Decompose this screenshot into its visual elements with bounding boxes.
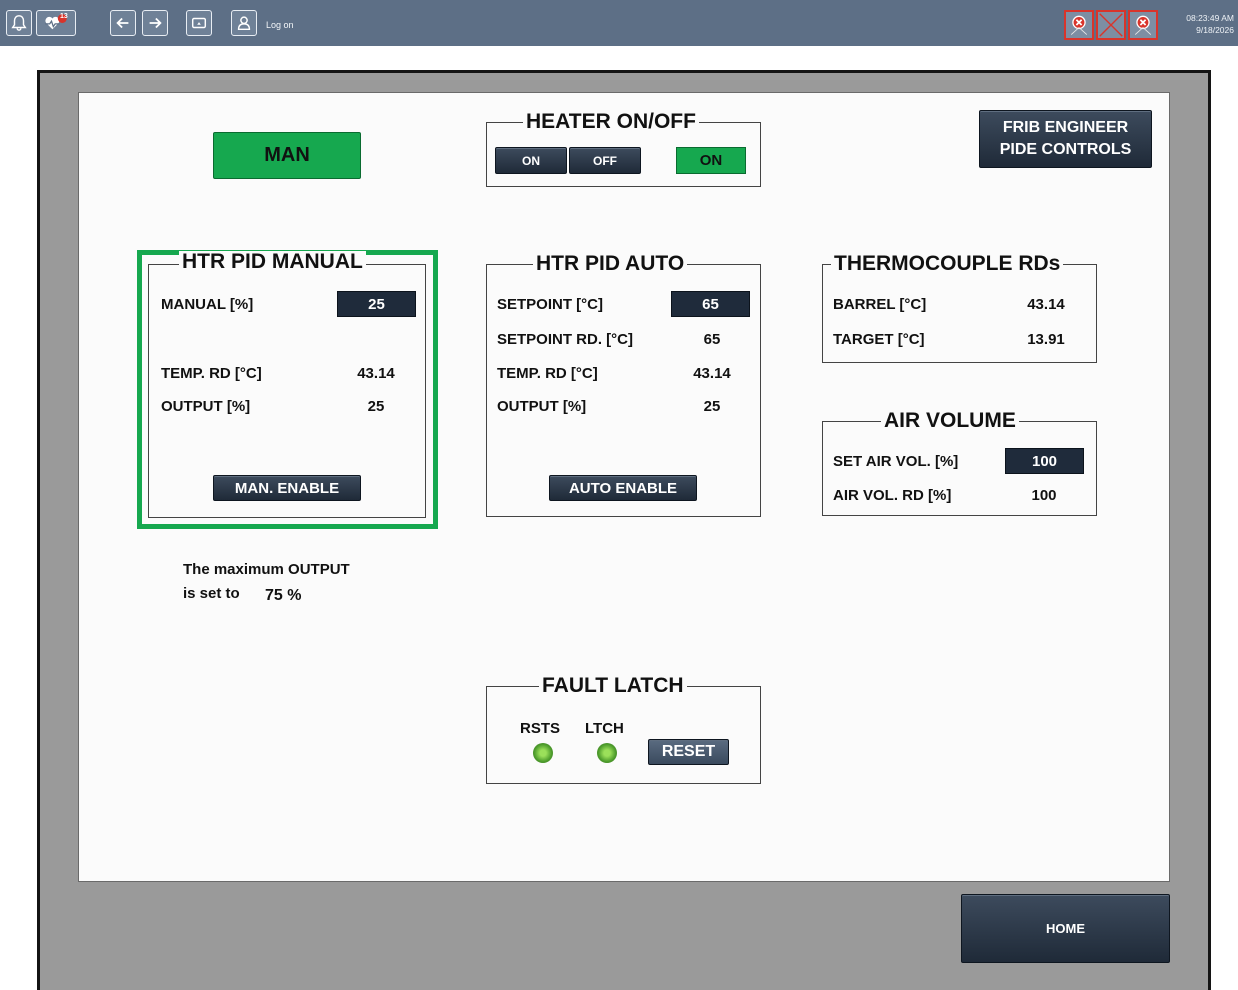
max-output-prefix: is set to [183, 585, 240, 602]
barrel-value: 43.14 [1027, 296, 1065, 313]
heater-title: HEATER ON/OFF [523, 111, 699, 132]
manual-percent-input[interactable]: 25 [337, 291, 416, 317]
logon-link[interactable]: Log on [266, 20, 294, 30]
back-arrow-icon[interactable] [110, 10, 136, 36]
rsts-indicator-light [533, 743, 553, 763]
ltch-indicator-light [597, 743, 617, 763]
heater-off-button[interactable]: OFF [569, 147, 641, 174]
heater-status-indicator: ON [676, 147, 746, 174]
auto-output-value: 25 [703, 398, 721, 415]
clock-date: 9/18/2026 [1196, 25, 1234, 35]
manual-output-value: 25 [367, 398, 385, 415]
alarm-disabled-icon[interactable] [1096, 10, 1126, 40]
manual-title: HTR PID MANUAL [179, 251, 366, 272]
forward-arrow-icon[interactable] [142, 10, 168, 36]
thermocouple-group: THERMOCOUPLE RDs [822, 253, 1097, 363]
auto-setpoint-rd-label: SETPOINT RD. [°C] [497, 331, 633, 348]
frib-button-line2: PIDE CONTROLS [999, 141, 1132, 158]
auto-temp-value: 43.14 [693, 365, 731, 382]
fault-reset-button[interactable]: RESET [648, 739, 729, 765]
rsts-label: RSTS [520, 720, 561, 737]
man-enable-button[interactable]: MAN. ENABLE [213, 475, 361, 501]
health-heart-icon[interactable]: 13 [36, 10, 76, 36]
manual-percent-label: MANUAL [%] [161, 296, 254, 313]
max-output-text: The maximum OUTPUT [183, 561, 350, 578]
notification-badge: 13 [60, 13, 68, 20]
auto-setpoint-label: SETPOINT [°C] [497, 296, 603, 313]
user-icon[interactable] [231, 10, 257, 36]
manual-temp-label: TEMP. RD [°C] [161, 365, 262, 382]
manual-temp-value: 43.14 [357, 365, 395, 382]
display-icon[interactable] [186, 10, 212, 36]
home-button[interactable]: HOME [961, 894, 1170, 963]
set-air-vol-input[interactable]: 100 [1005, 448, 1084, 474]
heater-on-button[interactable]: ON [495, 147, 567, 174]
ltch-label: LTCH [585, 720, 624, 737]
bell-icon[interactable] [6, 10, 32, 36]
auto-setpoint-rd-value: 65 [703, 331, 721, 348]
target-value: 13.91 [1027, 331, 1065, 348]
clock-time: 08:23:49 AM [1186, 13, 1234, 23]
auto-title: HTR PID AUTO [533, 253, 688, 274]
top-toolbar: 13 Log on 08:23:49 AM 9/18/2026 [0, 0, 1238, 46]
set-air-vol-label: SET AIR VOL. [%] [833, 453, 959, 470]
air-vol-rd-value: 100 [1031, 487, 1057, 504]
barrel-label: BARREL [°C] [833, 296, 927, 313]
auto-enable-button[interactable]: AUTO ENABLE [549, 475, 697, 501]
auto-setpoint-input[interactable]: 65 [671, 291, 750, 317]
alarm-comm-icon[interactable] [1128, 10, 1158, 40]
thermocouple-title: THERMOCOUPLE RDs [831, 253, 1064, 274]
mode-indicator: MAN [213, 132, 361, 179]
alarm-fault-icon[interactable] [1064, 10, 1094, 40]
target-label: TARGET [°C] [833, 331, 925, 348]
frib-button-line1: FRIB ENGINEER [1002, 119, 1129, 137]
manual-output-label: OUTPUT [%] [161, 398, 251, 415]
max-output-value: 75 % [265, 587, 302, 604]
auto-output-label: OUTPUT [%] [497, 398, 587, 415]
auto-temp-label: TEMP. RD [°C] [497, 365, 598, 382]
air-volume-title: AIR VOLUME [881, 410, 1019, 431]
fault-latch-title: FAULT LATCH [539, 675, 687, 696]
frib-engineer-pide-controls-button[interactable]: FRIB ENGINEER PIDE CONTROLS [979, 110, 1152, 168]
air-vol-rd-label: AIR VOL. RD [%] [833, 487, 952, 504]
